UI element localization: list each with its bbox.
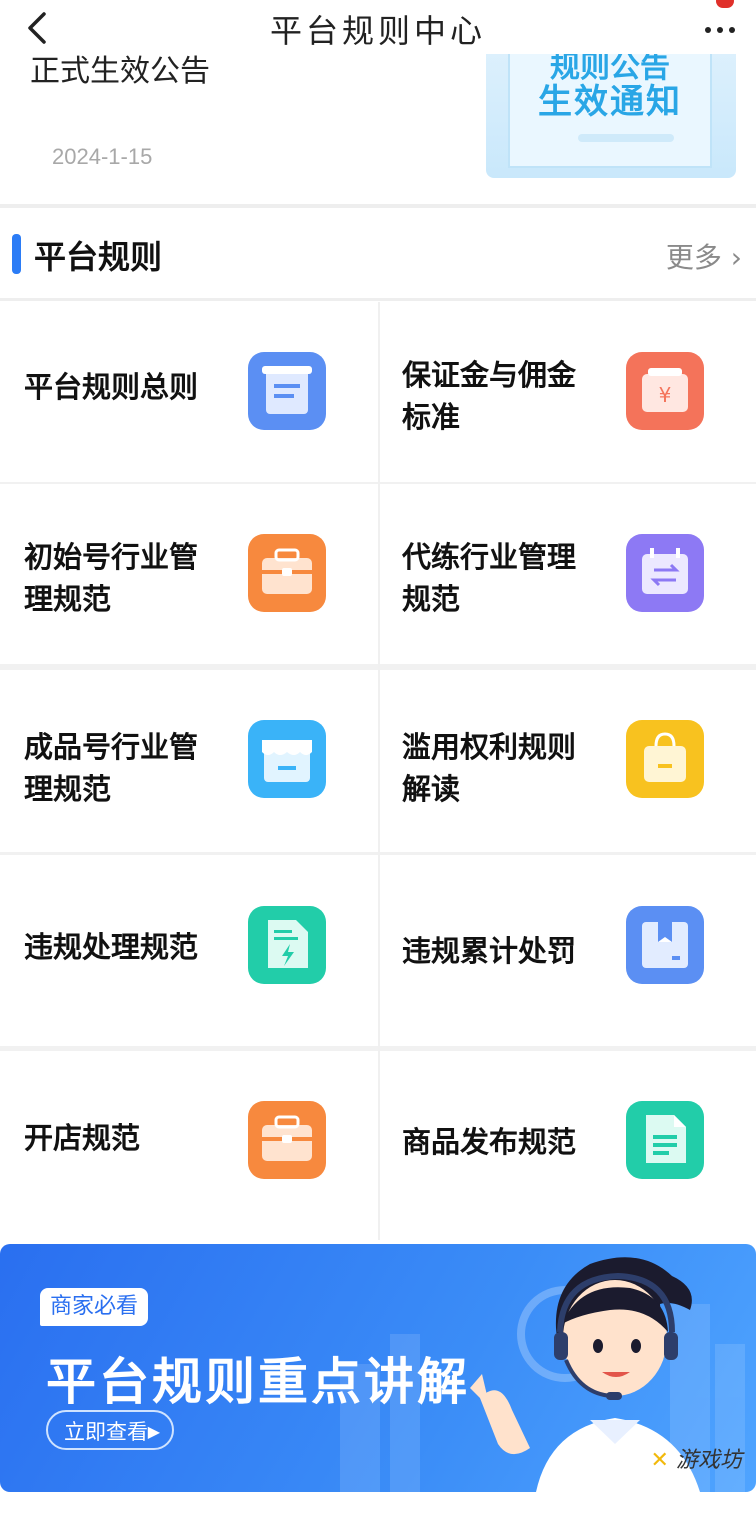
rule-label: 违规处理规范: [24, 930, 199, 964]
thumbnail-line2: 生效通知: [538, 82, 682, 122]
section-title: 平台规则: [34, 238, 163, 276]
rule-item[interactable]: 平台规则总则: [0, 302, 378, 482]
view-now-button[interactable]: 立即查看 ▶: [46, 1410, 174, 1450]
rule-item[interactable]: 保证金与佣金标准 ¥: [378, 302, 756, 482]
announcement-thumbnail: 规则公告 生效通知: [486, 54, 736, 178]
announcement-date: 2024-1-15: [52, 144, 153, 169]
top-nav-bar: 平台规则中心: [0, 0, 756, 54]
must-read-tag: 商家必看: [40, 1288, 149, 1326]
rule-label: 保证金与佣金标准: [402, 358, 577, 434]
announcement-title: 正式生效公告: [30, 54, 210, 89]
rule-label: 平台规则总则: [24, 370, 199, 404]
chevron-right-icon: ›: [730, 241, 742, 274]
watermark: ✕ 游戏坊: [651, 1442, 742, 1474]
column-divider: [378, 302, 380, 1240]
rule-label: 成品号行业管理规范: [24, 730, 199, 806]
rule-label: 初始号行业管理规范: [24, 540, 199, 616]
thumbnail-bar: [578, 134, 674, 142]
section-accent-bar: [12, 234, 21, 274]
more-link-label: 更多: [665, 241, 722, 274]
rule-item[interactable]: 代练行业管理规范: [378, 484, 756, 664]
divider: [0, 298, 756, 301]
rule-item[interactable]: 违规处理规范: [0, 856, 378, 1036]
thumbnail-frame: 规则公告 生效通知: [508, 54, 712, 168]
divider: [0, 204, 756, 208]
store-icon: [248, 720, 326, 798]
rule-item[interactable]: 滥用权利规则解读: [378, 670, 756, 850]
view-now-label: 立即查看: [64, 1420, 148, 1444]
svg-text:¥: ¥: [659, 383, 672, 407]
exchange-calendar-icon: [626, 534, 704, 612]
rule-label: 滥用权利规则解读: [402, 730, 577, 806]
rule-label: 违规累计处罚: [402, 934, 577, 968]
document-icon: [248, 352, 326, 430]
file-lightning-icon: [248, 906, 326, 984]
briefcase-icon: [248, 534, 326, 612]
box-icon: [626, 906, 704, 984]
rule-item[interactable]: 开店规范: [0, 1051, 378, 1241]
more-options-icon[interactable]: [700, 8, 740, 48]
yuan-bag-icon: ¥: [626, 352, 704, 430]
briefcase-icon: [248, 1101, 326, 1179]
rule-item[interactable]: 违规累计处罚: [378, 856, 756, 1036]
shopping-bag-icon: [626, 720, 704, 798]
rule-label: 商品发布规范: [402, 1125, 577, 1159]
page-title: 平台规则中心: [269, 12, 486, 50]
rule-label: 代练行业管理规范: [402, 540, 577, 616]
rule-label: 开店规范: [24, 1121, 141, 1155]
file-lines-icon: [626, 1101, 704, 1179]
play-arrow-icon: ▶: [147, 1422, 160, 1441]
rule-item[interactable]: 成品号行业管理规范: [0, 670, 378, 850]
promo-banner[interactable]: 商家必看 平台规则重点讲解 立即查看 ▶ ✕ 游戏坊: [0, 1244, 756, 1492]
rules-section-header: 平台规则 更多 ›: [0, 210, 756, 300]
more-link[interactable]: 更多 ›: [666, 236, 742, 276]
watermark-text: 游戏坊: [675, 1448, 742, 1473]
rule-item[interactable]: 初始号行业管理规范: [0, 484, 378, 664]
announcement-card[interactable]: 正式生效公告 2024-1-15 规则公告 生效通知: [0, 54, 756, 204]
rule-item[interactable]: 商品发布规范: [378, 1051, 756, 1241]
watermark-logo-icon: ✕: [650, 1448, 669, 1473]
banner-headline: 平台规则重点讲解: [46, 1353, 470, 1411]
